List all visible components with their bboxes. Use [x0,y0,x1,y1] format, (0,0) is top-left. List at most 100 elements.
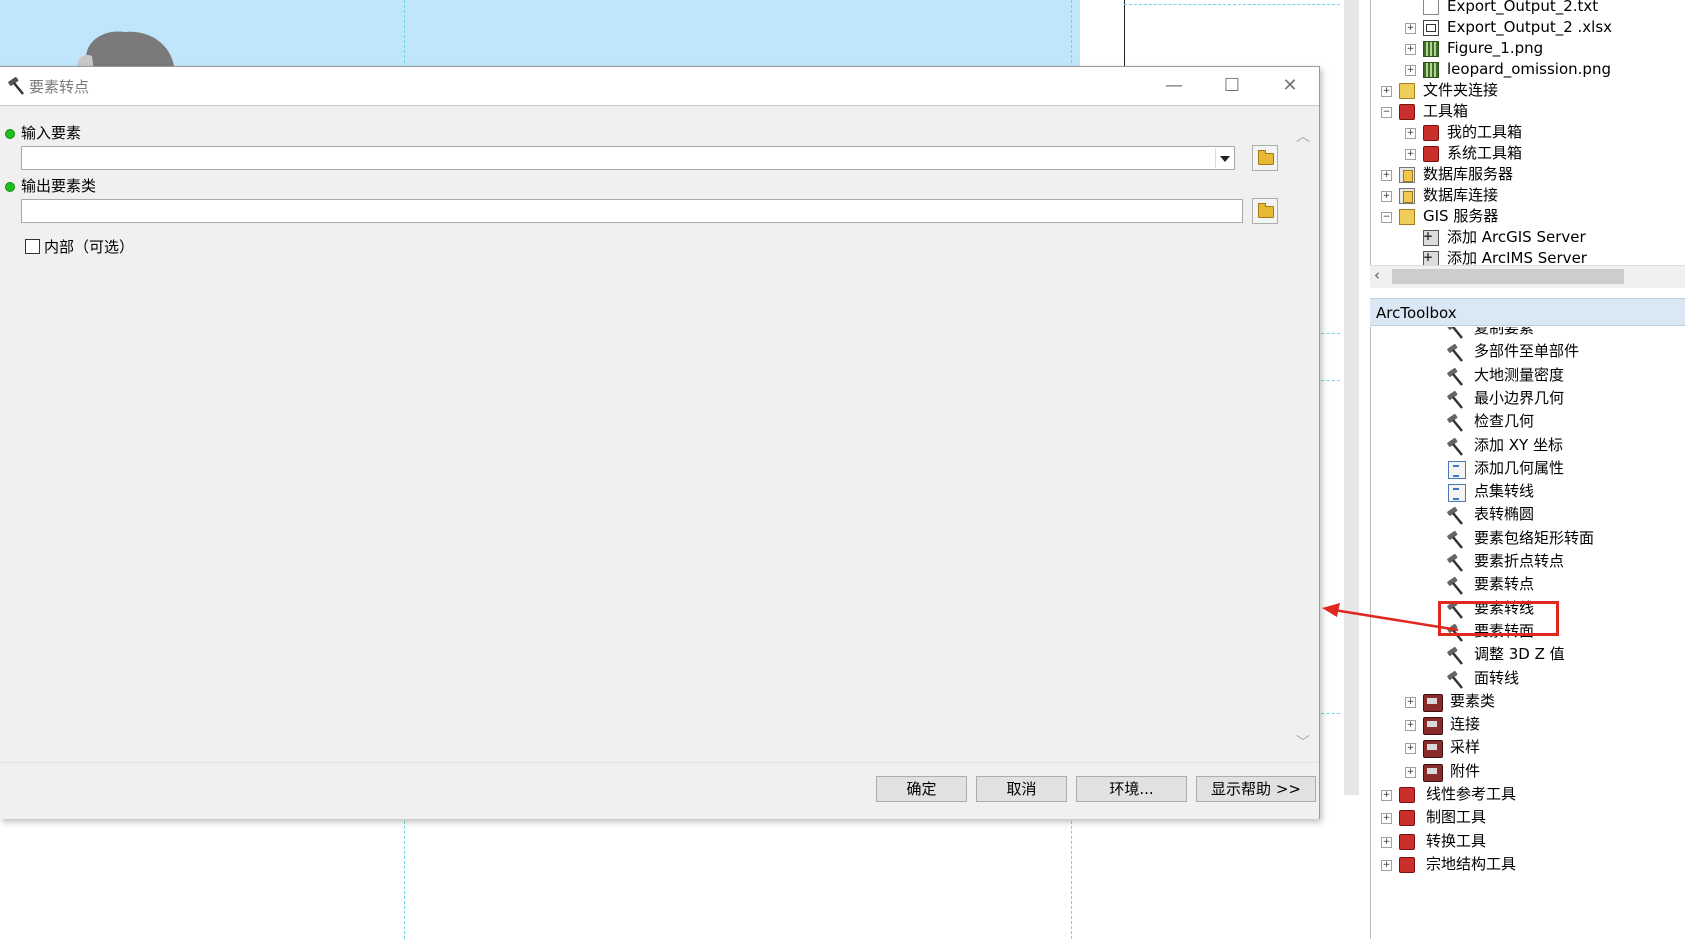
toolset-item[interactable]: + 连接 [1371,714,1685,735]
expand-icon[interactable]: + [1405,44,1416,55]
collapse-icon[interactable]: − [1381,212,1392,223]
toolset-item[interactable]: + 附件 [1371,761,1685,782]
catalog-item[interactable]: + 系统工具箱 [1371,143,1685,164]
browse-output-button[interactable] [1252,198,1278,224]
tool-item[interactable]: 检查几何 [1371,411,1685,432]
raster-icon [1423,41,1439,57]
output-feature-class-field[interactable] [21,199,1243,223]
expand-icon[interactable]: + [1405,720,1416,731]
collapse-icon[interactable]: − [1381,107,1392,118]
environments-button[interactable]: 环境... [1076,776,1187,802]
tool-item[interactable]: 要素包络矩形转面 [1371,528,1685,549]
tool-item-label: 添加 XY 坐标 [1474,436,1563,454]
dialog-titlebar[interactable]: 要素转点 — ☐ ✕ [0,67,1319,106]
catalog-item[interactable]: + 我的工具箱 [1371,122,1685,143]
horizontal-scrollbar[interactable]: ‹ [1370,265,1685,288]
catalog-item-label: Export_Output_2.txt [1447,0,1599,15]
tool-item[interactable]: 最小边界几何 [1371,388,1685,409]
toolbox-item[interactable]: + 线性参考工具 [1371,784,1685,805]
tool-item-label: 大地测量密度 [1474,366,1565,384]
tool-item[interactable]: 调整 3D Z 值 [1371,644,1685,665]
catalog-item-label: leopard_omission.png [1447,60,1611,78]
catalog-item[interactable]: − GIS 服务器 [1371,206,1685,227]
scroll-up-icon[interactable]: ︿ [1295,126,1311,145]
expand-icon[interactable]: + [1381,191,1392,202]
dialog-parameters-area: 输入要素 输出要素类 内部（可选） ︿ ﹀ [0,106,1319,762]
catalog-item-label: 我的工具箱 [1447,123,1523,141]
expand-icon[interactable]: + [1381,837,1392,848]
toolbox-item-label: 制图工具 [1426,808,1487,826]
catalog-item[interactable]: + 文件夹连接 [1371,80,1685,101]
red-arrow-annotation [1322,603,1459,632]
tool-item[interactable]: 要素折点转点 [1371,551,1685,572]
expand-icon[interactable]: + [1405,743,1416,754]
toolset-item[interactable]: + 采样 [1371,737,1685,758]
expand-icon[interactable]: + [1381,860,1392,871]
expand-icon[interactable]: + [1405,128,1416,139]
minimize-button[interactable]: — [1145,67,1203,105]
catalog-item[interactable]: 添加 ArcGIS Server [1371,226,1685,248]
scroll-left-icon[interactable]: ‹ [1374,266,1380,284]
catalog-item-label: Figure_1.png [1447,39,1544,57]
scroll-down-icon[interactable]: ﹀ [1295,732,1311,751]
inside-checkbox[interactable] [25,239,40,254]
toolbox-item[interactable]: + 制图工具 [1371,807,1685,828]
catalog-item[interactable]: Export_Output_2.txt [1371,0,1685,17]
catalog-item[interactable]: − 工具箱 [1371,101,1685,122]
expand-icon[interactable]: + [1381,170,1392,181]
toolset-item-label: 附件 [1450,762,1481,780]
browse-input-button[interactable] [1252,145,1278,171]
toolset-item[interactable]: + 要素类 [1371,691,1685,712]
scrollbar-thumb[interactable] [1392,269,1624,284]
tool-item[interactable]: 大地测量密度 [1371,365,1685,386]
hammer-icon [1447,576,1463,595]
expand-icon[interactable]: + [1405,65,1416,76]
tool-item[interactable]: 要素转点 [1371,574,1685,595]
toolbox-icon [1423,146,1439,162]
tool-item-label: 要素转点 [1474,575,1535,593]
catalog-item-label: 添加 ArcGIS Server [1447,228,1586,246]
required-indicator-icon [5,129,15,139]
tool-item-label: 面转线 [1474,669,1520,687]
catalog-item[interactable]: + Figure_1.png [1371,38,1685,59]
tool-item[interactable]: 表转椭圆 [1371,504,1685,525]
tool-item[interactable]: 添加 XY 坐标 [1371,435,1685,456]
required-indicator-icon [5,182,15,192]
toolbox-item-label: 宗地结构工具 [1426,855,1517,873]
expand-icon[interactable]: + [1381,86,1392,97]
ok-button[interactable]: 确定 [876,776,967,802]
tool-item[interactable]: 添加几何属性 [1371,458,1685,479]
catalog-item[interactable]: + Export_Output_2 .xlsx [1371,17,1685,38]
expand-icon[interactable]: + [1405,23,1416,34]
close-button[interactable]: ✕ [1261,67,1319,105]
catalog-item[interactable]: + 数据库服务器 [1371,164,1685,185]
expand-icon[interactable]: + [1405,149,1416,160]
xlsx-icon [1423,20,1439,36]
toolbox-item[interactable]: + 转换工具 [1371,831,1685,852]
inside-label: 内部（可选） [44,238,135,256]
database-connection-icon [1399,188,1415,204]
expand-icon[interactable]: + [1381,813,1392,824]
open-folder-icon [1258,203,1274,218]
toolbox-item[interactable]: + 宗地结构工具 [1371,854,1685,875]
toolbox-item-label: 线性参考工具 [1426,785,1517,803]
tool-item-label: 调整 3D Z 值 [1474,645,1565,663]
catalog-item[interactable]: + leopard_omission.png [1371,59,1685,80]
input-features-combobox[interactable] [21,146,1235,170]
tool-item[interactable]: 面转线 [1371,668,1685,689]
tool-item[interactable]: 点集转线 [1371,481,1685,502]
show-help-button[interactable]: 显示帮助 >> [1196,776,1316,802]
vertical-scrollbar[interactable] [1344,0,1359,795]
cancel-button[interactable]: 取消 [976,776,1067,802]
expand-icon[interactable]: + [1381,790,1392,801]
catalog-item[interactable]: + 数据库连接 [1371,185,1685,206]
catalog-item-label: 工具箱 [1423,102,1469,120]
maximize-button[interactable]: ☐ [1203,67,1261,105]
expand-icon[interactable]: + [1405,767,1416,778]
chevron-down-icon[interactable] [1215,148,1234,168]
hammer-icon [1447,413,1463,432]
tool-item-label: 表转椭圆 [1474,505,1535,523]
expand-icon[interactable]: + [1405,697,1416,708]
tool-item[interactable]: 复制要素 [1371,327,1685,339]
tool-item[interactable]: 多部件至单部件 [1371,341,1685,362]
